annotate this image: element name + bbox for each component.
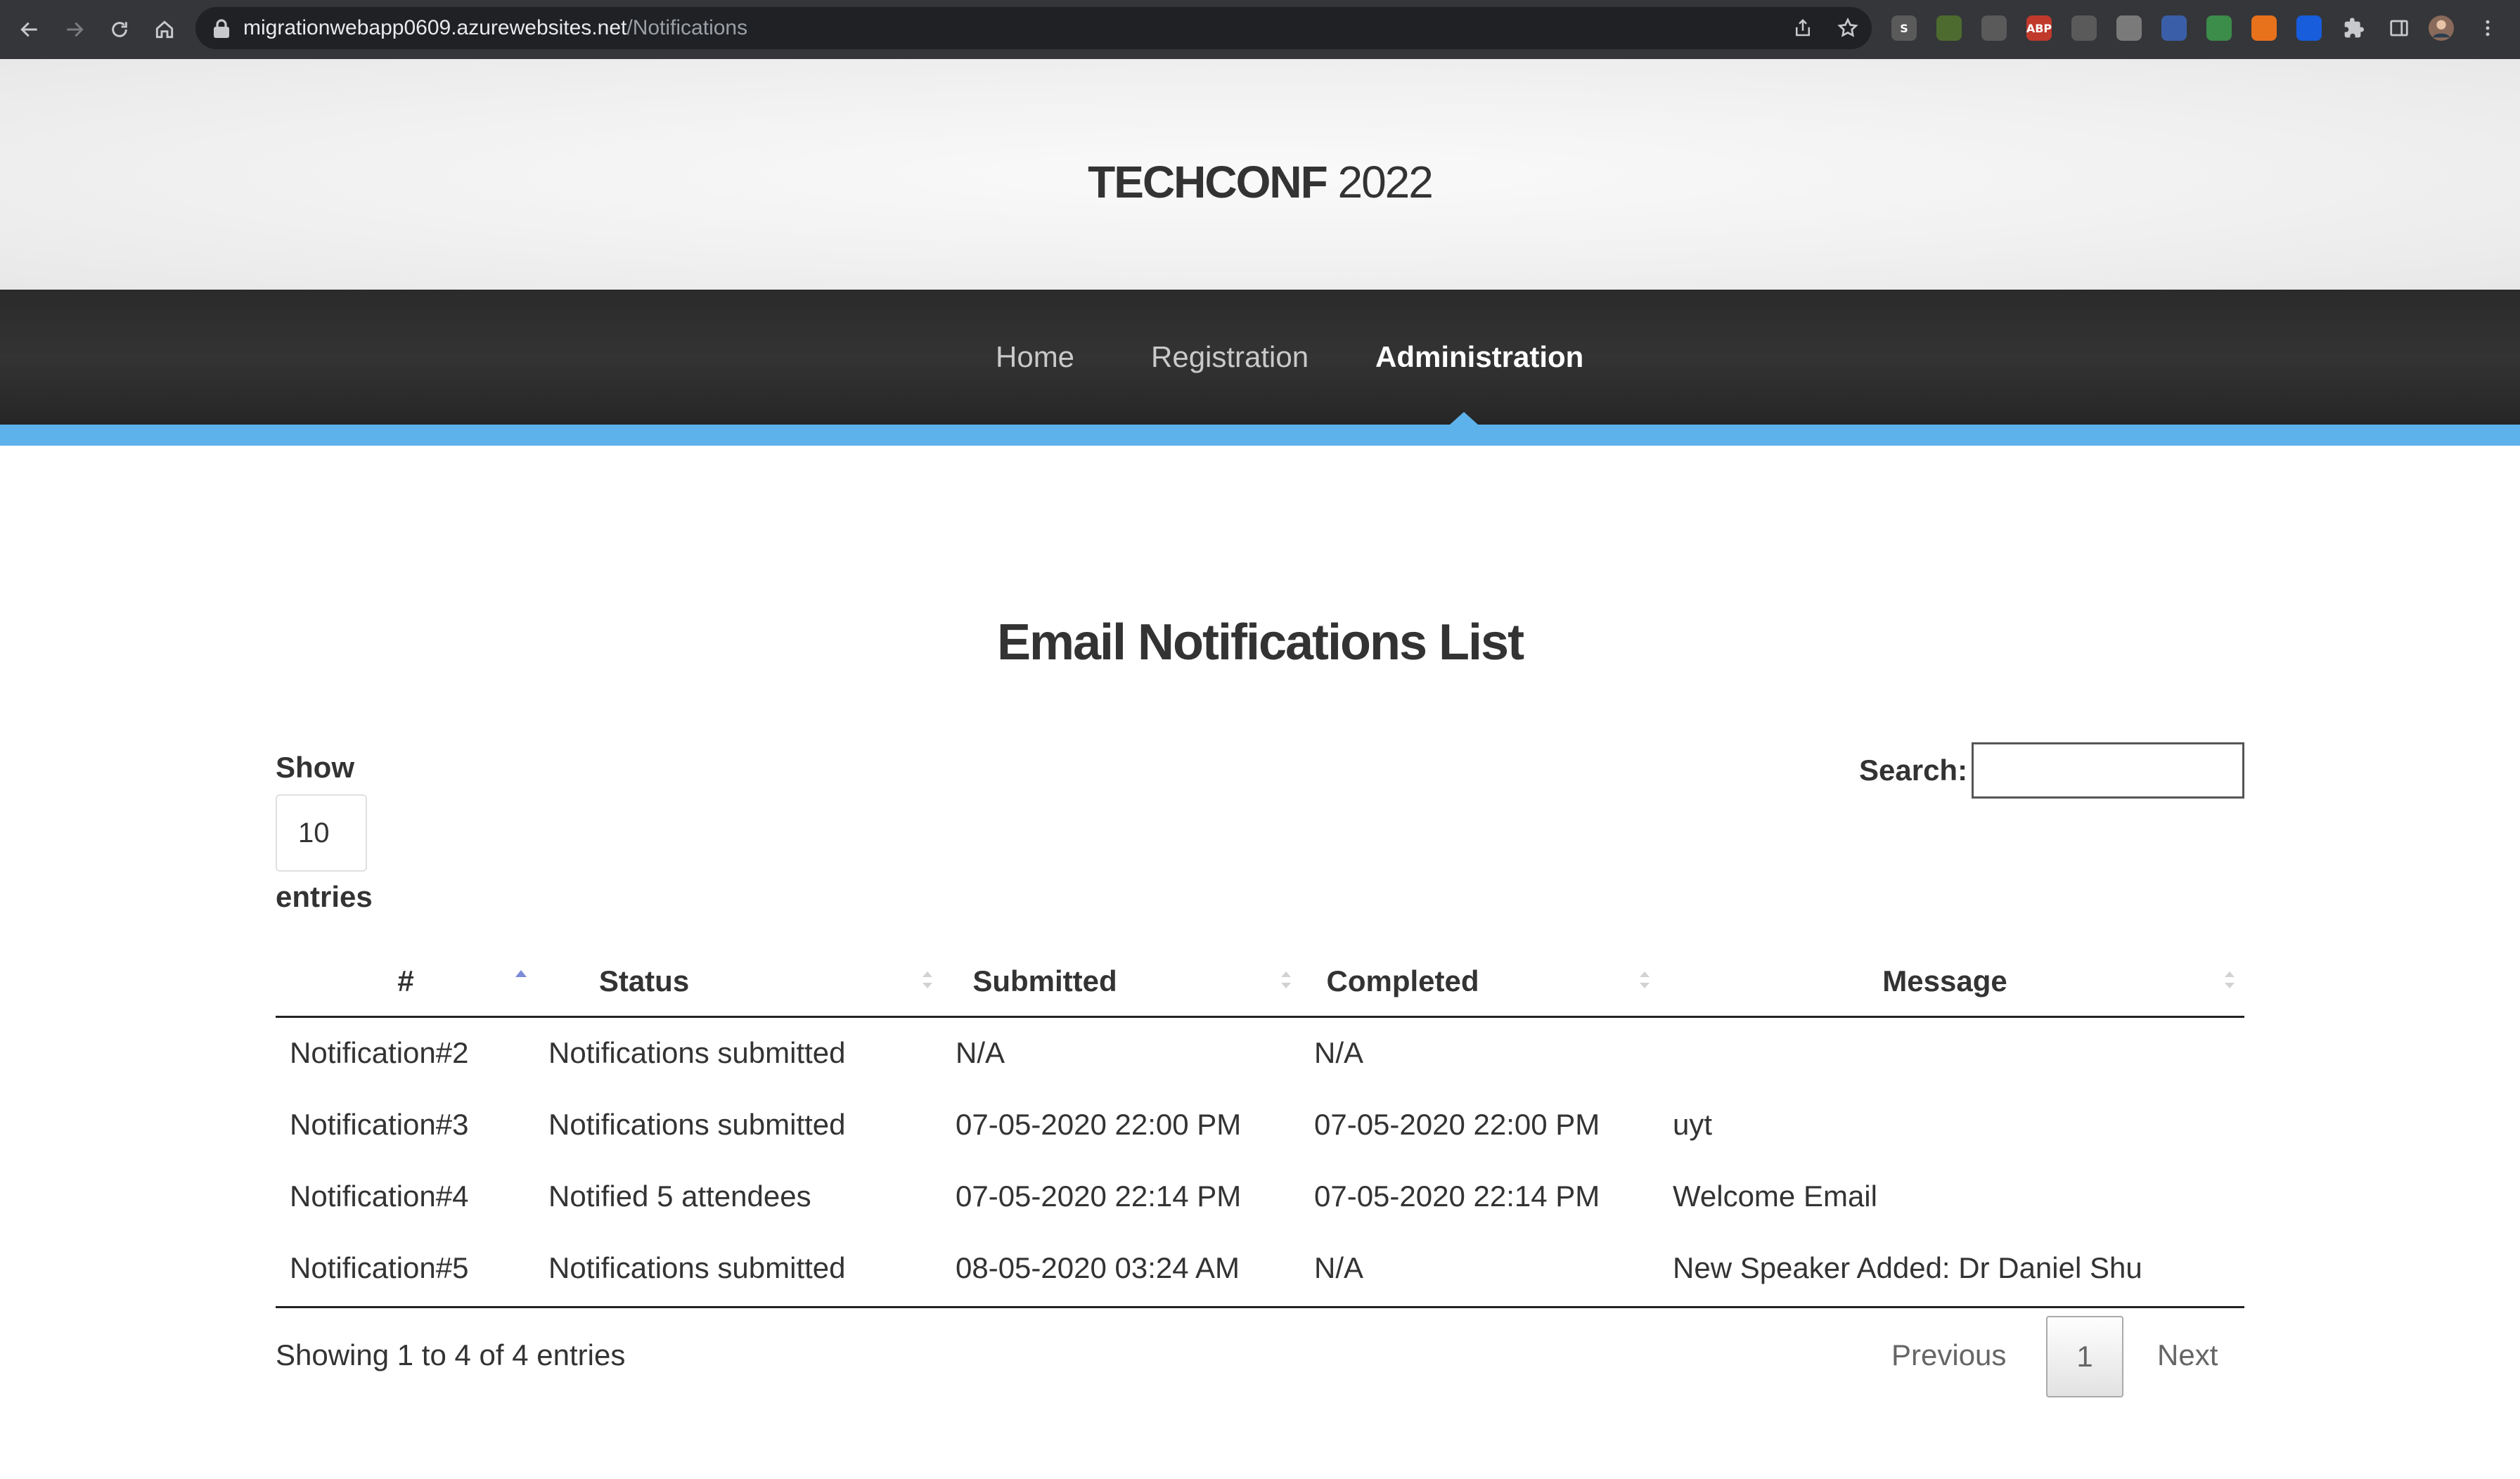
nav-home-link[interactable]: Home xyxy=(996,337,1074,377)
cell-status: Notifications submitted xyxy=(548,1036,846,1069)
skype-extension-icon[interactable]: S xyxy=(1891,15,1917,41)
table-row: Notification#5 Notifications submitted 08-… xyxy=(276,1233,2244,1305)
url-host: migrationwebapp0609.azurewebsites.net xyxy=(243,16,627,39)
home-icon[interactable] xyxy=(143,8,186,51)
cell-completed: 07-05-2020 22:00 PM xyxy=(1314,1108,1600,1141)
extensions-puzzle-icon[interactable] xyxy=(2340,14,2368,42)
table-bottom-border xyxy=(276,1306,2244,1308)
profile-avatar-icon[interactable] xyxy=(2427,14,2455,42)
sort-both-icon[interactable] xyxy=(1280,966,1292,994)
cell-id: Notification#3 xyxy=(290,1108,469,1141)
cell-submitted: N/A xyxy=(956,1036,1005,1069)
show-label: Show xyxy=(276,751,354,784)
previous-page-button[interactable]: Previous xyxy=(1891,1336,2006,1375)
bitwarden-icon[interactable] xyxy=(2296,15,2322,41)
nav-registration-link[interactable]: Registration xyxy=(1151,337,1309,377)
cell-message: Welcome Email xyxy=(1673,1180,1877,1213)
site-logo[interactable]: TECHCONF 2022 xyxy=(0,150,2520,214)
table-row: Notification#2 Notifications submitted N/A… xyxy=(276,1018,2244,1090)
entries-label: entries xyxy=(276,880,373,913)
logo-year: 2022 xyxy=(1326,157,1433,207)
search-input[interactable] xyxy=(1972,742,2244,799)
next-page-button[interactable]: Next xyxy=(2157,1336,2218,1375)
logo-brand: TECHCONF xyxy=(1088,157,1328,207)
adblock-plus-icon[interactable]: ABP xyxy=(2026,15,2052,41)
browser-toolbar: migrationwebapp0609.azurewebsites.net/No… xyxy=(0,0,2520,59)
page-title: Email Notifications List xyxy=(996,614,1524,671)
nav-administration-link[interactable]: Administration xyxy=(1375,337,1583,377)
sort-both-icon[interactable] xyxy=(1638,966,1651,994)
cell-completed: N/A xyxy=(1314,1036,1364,1069)
table-row: Notification#4 Notified 5 attendees 07-05-… xyxy=(276,1161,2244,1233)
column-header-completed[interactable]: Completed xyxy=(1308,962,1498,1001)
entries-per-page-select[interactable]: 10 xyxy=(276,794,367,872)
cell-id: Notification#5 xyxy=(290,1251,469,1284)
extension-eyes-icon[interactable] xyxy=(2116,15,2142,41)
cell-status: Notifications submitted xyxy=(548,1108,846,1141)
chrome-menu-icon[interactable] xyxy=(2474,14,2502,42)
share-icon[interactable] xyxy=(1789,14,1817,42)
sort-both-icon[interactable] xyxy=(921,966,934,994)
search-label: Search: xyxy=(1859,754,1968,787)
cell-submitted: 08-05-2020 03:24 AM xyxy=(956,1251,1240,1284)
forward-icon[interactable] xyxy=(53,8,96,51)
active-nav-caret-icon xyxy=(1450,412,1478,425)
cell-status: Notifications submitted xyxy=(548,1251,846,1284)
site-header: TECHCONF 2022 xyxy=(0,59,2520,290)
url-text[interactable]: migrationwebapp0609.azurewebsites.net/No… xyxy=(243,14,747,42)
extension-glasses-icon[interactable] xyxy=(1981,15,2007,41)
cell-status: Notified 5 attendees xyxy=(548,1180,811,1213)
table-info: Showing 1 to 4 of 4 entries xyxy=(276,1338,626,1371)
column-header-status[interactable]: Status xyxy=(536,962,752,1001)
reload-icon[interactable] xyxy=(98,8,141,51)
url-path: /Notifications xyxy=(626,16,748,39)
bookmark-star-icon[interactable] xyxy=(1834,14,1862,42)
orange-extension-icon[interactable] xyxy=(2251,15,2277,41)
lock-icon[interactable] xyxy=(212,18,231,39)
page-1-button[interactable]: 1 xyxy=(2046,1316,2123,1397)
table-header: # Status Submitted Completed Message xyxy=(276,950,2244,1018)
cell-submitted: 07-05-2020 22:00 PM xyxy=(956,1108,1242,1141)
accent-bar xyxy=(0,425,2520,446)
feather-extension-icon[interactable] xyxy=(2161,15,2187,41)
sort-both-icon[interactable] xyxy=(2223,966,2236,994)
cell-id: Notification#2 xyxy=(290,1036,469,1069)
tampermonkey-icon[interactable] xyxy=(1936,15,1962,41)
column-header-id[interactable]: # xyxy=(276,962,536,1001)
cell-completed: 07-05-2020 22:14 PM xyxy=(1314,1180,1600,1213)
cell-message: uyt xyxy=(1673,1108,1713,1141)
back-icon[interactable] xyxy=(8,8,51,51)
column-header-message[interactable]: Message xyxy=(1666,962,2223,1001)
table-row: Notification#3 Notifications submitted 07-… xyxy=(276,1090,2244,1161)
main-nav: Home Registration Administration xyxy=(0,290,2520,425)
cell-submitted: 07-05-2020 22:14 PM xyxy=(956,1180,1242,1213)
android-extension-icon[interactable] xyxy=(2206,15,2232,41)
cell-message: New Speaker Added: Dr Daniel Shu xyxy=(1673,1251,2142,1284)
cell-id: Notification#4 xyxy=(290,1180,469,1213)
sort-ascending-icon[interactable] xyxy=(515,966,527,994)
side-panel-icon[interactable] xyxy=(2385,14,2413,42)
column-header-submitted[interactable]: Submitted xyxy=(949,962,1140,1001)
pen-extension-icon[interactable] xyxy=(2071,15,2097,41)
cell-completed: N/A xyxy=(1314,1251,1364,1284)
